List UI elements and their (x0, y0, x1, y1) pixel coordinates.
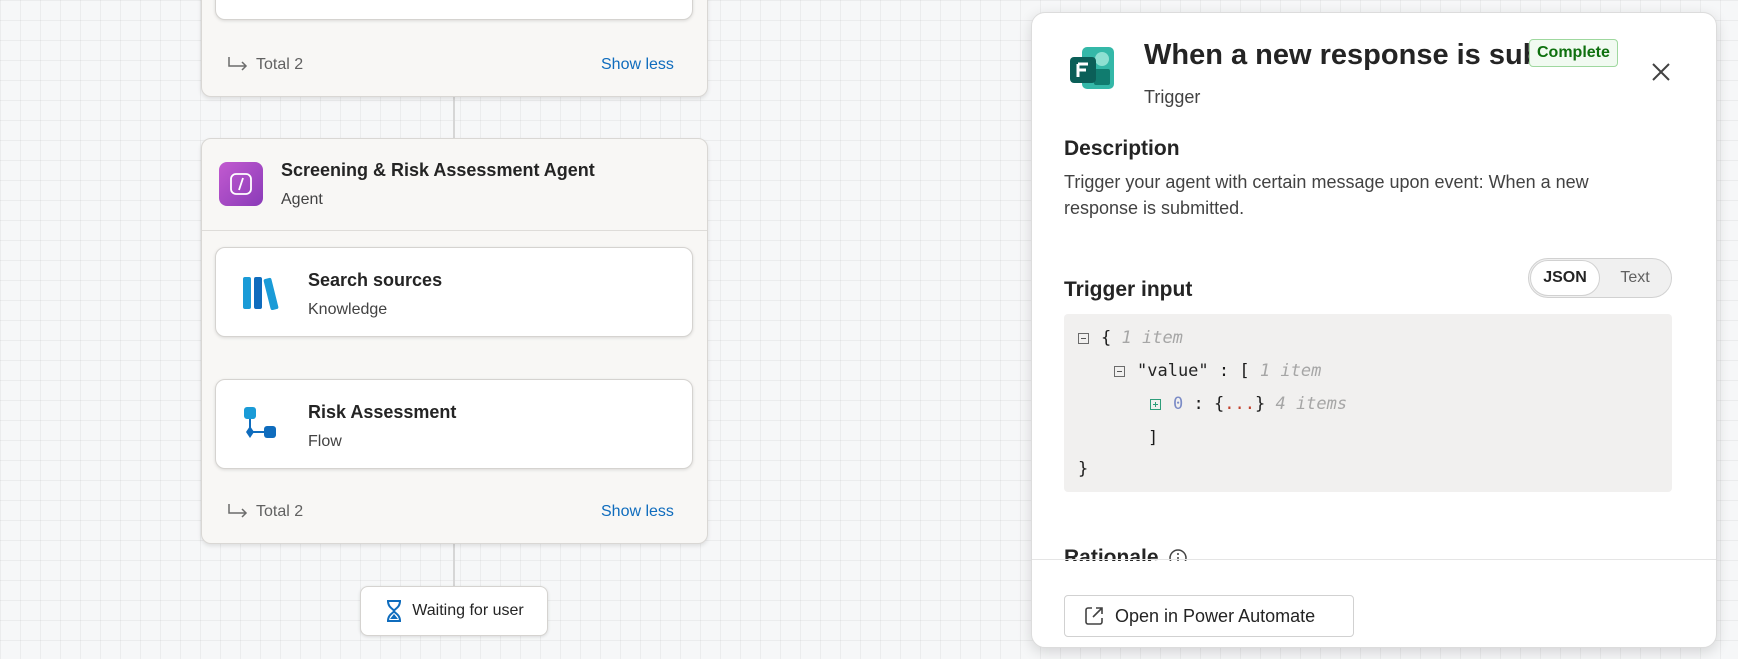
toggle-json-option[interactable]: JSON (1530, 260, 1600, 296)
flow-icon (242, 406, 278, 447)
total-count: Total 2 (256, 503, 304, 520)
collapse-toggle[interactable] (1114, 365, 1125, 377)
risk-assessment-subtitle: Flow (308, 433, 342, 450)
connector-line (453, 96, 455, 138)
format-toggle: JSON Text (1528, 258, 1672, 298)
agent-subtitle: Agent (281, 191, 323, 208)
waiting-for-user-node[interactable]: Waiting for user (360, 586, 548, 636)
total-row: Total 2 (226, 503, 303, 521)
branch-arrow-icon (228, 57, 248, 71)
search-sources-card[interactable]: Search sources Knowledge (215, 247, 693, 337)
json-colon: : (1218, 361, 1230, 381)
json-index: 0 (1173, 394, 1184, 414)
json-brace: } (1254, 394, 1266, 414)
show-less-link[interactable]: Show less (601, 56, 674, 74)
json-root-line: { 1 item (1078, 328, 1183, 348)
toggle-text-option[interactable]: Text (1601, 260, 1669, 296)
total-row: Total 2 (226, 56, 303, 74)
branch-arrow-icon (228, 504, 248, 518)
json-meta: 1 item (1121, 328, 1183, 348)
risk-assessment-title: Risk Assessment (308, 402, 457, 422)
json-value-line: "value" : [ 1 item (1114, 361, 1321, 381)
json-brace: { (1214, 394, 1225, 414)
open-button-label: Open in Power Automate (1115, 605, 1316, 626)
connector-line (453, 542, 455, 586)
status-badge: Complete (1529, 39, 1618, 67)
total-count: Total 2 (256, 56, 304, 73)
panel-subtitle: Trigger (1144, 87, 1201, 107)
agent-title: Screening & Risk Assessment Agent (281, 160, 595, 180)
json-ellipsis[interactable]: ... (1224, 394, 1255, 414)
panel-title: When a new response is sub... (1144, 39, 1565, 71)
description-text: Trigger your agent with certain message … (1064, 172, 1589, 218)
search-sources-title: Search sources (308, 270, 443, 290)
agent-header-divider (202, 230, 707, 231)
json-meta: 1 item (1259, 361, 1322, 381)
agent-group-card (201, 138, 708, 544)
json-bracket: ] (1148, 428, 1159, 448)
open-in-power-automate-button[interactable]: Open in Power Automate (1064, 595, 1354, 637)
waiting-label: Waiting for user (412, 602, 524, 619)
description-heading: Description (1064, 137, 1180, 160)
json-colon: : (1193, 394, 1204, 414)
forms-icon (1068, 45, 1116, 98)
top-inner-card[interactable] (215, 0, 693, 20)
expand-toggle[interactable] (1150, 398, 1161, 410)
json-array-close: ] (1148, 428, 1158, 448)
json-brace: } (1078, 459, 1089, 479)
json-bracket: [ (1239, 361, 1250, 381)
hourglass-icon (387, 600, 402, 622)
search-sources-subtitle: Knowledge (308, 301, 388, 318)
books-icon (242, 274, 282, 315)
collapse-toggle[interactable] (1078, 332, 1089, 344)
close-icon (1652, 63, 1670, 81)
open-external-icon (1085, 607, 1103, 625)
json-root-close: } (1078, 459, 1088, 479)
risk-assessment-card[interactable]: Risk Assessment Flow (215, 379, 693, 469)
json-brace: { (1101, 328, 1112, 348)
json-key: "value" (1137, 361, 1209, 381)
json-meta: 4 items (1275, 394, 1348, 414)
json-item-line: 0 : { ... } 4 items (1150, 394, 1347, 414)
trigger-input-heading: Trigger input (1064, 278, 1193, 301)
agent-icon (219, 162, 263, 206)
show-less-link[interactable]: Show less (601, 503, 674, 521)
json-viewer: { 1 item "value" : [ 1 item 0 : {...} … (1064, 314, 1672, 492)
close-button[interactable] (1646, 57, 1676, 87)
trigger-details-panel: When a new response is sub... Complete T… (1031, 12, 1717, 648)
panel-footer: Open in Power Automate (1032, 559, 1716, 647)
panel-scroll-area[interactable]: When a new response is sub... Complete T… (1032, 13, 1716, 561)
